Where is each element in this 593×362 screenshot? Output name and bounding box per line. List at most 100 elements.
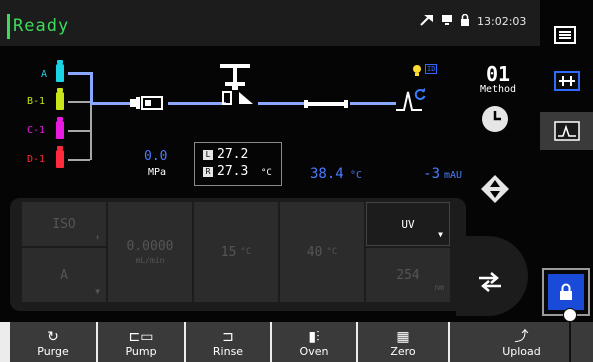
pressure-unit: MPa xyxy=(148,167,167,178)
clock-timer-icon[interactable] xyxy=(480,104,510,134)
purge-icon: ↻ xyxy=(47,328,59,345)
oven-r-tag: R xyxy=(203,167,213,177)
monitor-icon xyxy=(441,14,453,29)
wavelength-unit: nm xyxy=(434,283,444,292)
swap-arrows-icon xyxy=(479,272,501,292)
direction-diamond-icon[interactable] xyxy=(480,174,510,204)
oven-unit: °C xyxy=(261,168,272,178)
side-nav xyxy=(540,60,593,275)
injector-icon xyxy=(220,64,253,105)
lock-icon xyxy=(560,283,572,300)
oven-icon: ▮⫶ xyxy=(308,328,320,345)
callout-line xyxy=(569,318,571,362)
solvent-bottle-b1 xyxy=(56,88,64,110)
detector-value: -3 xyxy=(423,166,440,182)
line-d1 xyxy=(68,159,90,161)
detector-type-value: UV xyxy=(401,217,415,231)
status-text: Ready xyxy=(13,16,70,36)
oven-l-tag: L xyxy=(203,150,213,160)
oven-r-value: 27.3 xyxy=(217,164,249,179)
pump-icon xyxy=(130,96,163,110)
instrument-screen: Ready 13:02:03 A B-1 C-1 D-1 ID 01 Metho… xyxy=(0,0,593,322)
lock-button-face xyxy=(548,274,584,310)
solvent-select-cell[interactable]: A ▼ xyxy=(22,248,106,302)
oven-button[interactable]: ▮⫶ Oven xyxy=(272,322,356,362)
rinse-label: Rinse xyxy=(212,344,244,358)
column-icon xyxy=(304,100,348,108)
line-c1 xyxy=(68,130,90,132)
control-panel: ISO ⬍ A ▼ 0.0000 mL/min 15 °C 40 °C UV ▼… xyxy=(10,198,466,311)
temp1-value: 15 xyxy=(220,244,237,260)
solvent-value: A xyxy=(60,267,68,283)
mode-stepper-icon: ⬍ xyxy=(95,233,100,242)
bottom-toolbar: ↻ Purge ⊏▭ Pump ⊐ Rinse ▮⫶ Oven ▦ Zero ⤴… xyxy=(0,322,593,362)
solvent-label-b1: B-1 xyxy=(27,96,46,107)
solvent-bottle-c1 xyxy=(56,117,64,139)
flow-value: 0.0000 xyxy=(126,239,174,254)
temp2-unit: °C xyxy=(326,247,338,257)
line-b1 xyxy=(68,101,90,103)
menu-button[interactable] xyxy=(546,20,584,50)
upload-button[interactable]: ⤴ Upload xyxy=(450,322,593,362)
column-temp-unit: °C xyxy=(350,170,363,181)
line-to-column xyxy=(258,102,304,105)
wrench-icon xyxy=(420,14,434,29)
pump-button-icon: ⊏▭ xyxy=(128,328,154,345)
solvent-dropdown-icon: ▼ xyxy=(95,287,100,296)
flow-unit: mL/min xyxy=(135,256,165,265)
pump-button[interactable]: ⊏▭ Pump xyxy=(98,322,184,362)
tab-chromatogram[interactable] xyxy=(540,112,593,150)
detector-unit: mAU xyxy=(444,170,463,181)
oven-temp-box: L 27.2 R 27.3 °C xyxy=(194,142,282,186)
lamp-icon xyxy=(413,65,421,76)
chromatogram-icon xyxy=(553,121,580,141)
method-label: Method xyxy=(479,84,517,95)
detector-type-select[interactable]: UV ▼ xyxy=(366,202,450,246)
line-to-detector xyxy=(350,102,396,105)
flowpath-icon xyxy=(553,71,580,91)
purge-button[interactable]: ↻ Purge xyxy=(10,322,96,362)
mode-cell[interactable]: ISO ⬍ xyxy=(22,202,106,246)
list-icon xyxy=(554,26,576,44)
oven-label: Oven xyxy=(299,344,329,358)
clock: 13:02:03 xyxy=(477,15,527,28)
purge-label: Purge xyxy=(37,344,69,358)
temp1-unit: °C xyxy=(240,247,252,257)
wavelength-value: 254 xyxy=(396,267,420,283)
wavelength-cell[interactable]: 254 nm xyxy=(366,248,450,302)
temp2-value: 40 xyxy=(306,244,323,260)
line-a xyxy=(68,72,92,75)
column-temp-value: 38.4 xyxy=(310,166,344,182)
rinse-icon: ⊐ xyxy=(222,328,234,345)
pressure-value: 0.0 xyxy=(144,149,168,164)
status-icons: 13:02:03 xyxy=(420,13,527,29)
swap-button[interactable] xyxy=(470,262,510,302)
temp1-cell[interactable]: 15 °C xyxy=(194,202,278,302)
oven-l-value: 27.2 xyxy=(217,147,249,162)
flow-diagram: A B-1 C-1 D-1 ID 01 Method 0.0 MPa L 27.… xyxy=(0,46,540,203)
zero-icon: ▦ xyxy=(396,328,410,345)
rinse-button[interactable]: ⊐ Rinse xyxy=(186,322,270,362)
solvent-bottle-d1 xyxy=(56,146,64,168)
line-a-down xyxy=(90,72,93,104)
flow-cell[interactable]: 0.0000 mL/min xyxy=(108,202,192,302)
zero-label: Zero xyxy=(390,344,416,358)
tab-flowpath[interactable] xyxy=(540,62,593,100)
pump-label: Pump xyxy=(125,344,157,358)
detector-dropdown-icon: ▼ xyxy=(438,230,443,239)
temp2-cell[interactable]: 40 °C xyxy=(280,202,364,302)
zero-button[interactable]: ▦ Zero xyxy=(358,322,448,362)
manifold-line xyxy=(90,102,92,160)
solvent-label-a: A xyxy=(41,69,48,80)
status-indicator xyxy=(7,14,10,39)
callout-dot xyxy=(563,308,577,322)
method-number: 01 xyxy=(485,62,511,86)
status-bar: Ready 13:02:03 xyxy=(0,0,540,46)
solvent-bottle-a xyxy=(56,60,64,82)
solvent-label-d1: D-1 xyxy=(27,154,46,165)
refresh-icon[interactable] xyxy=(414,88,426,100)
upload-icon: ⤴ xyxy=(514,328,529,345)
solvent-label-c1: C-1 xyxy=(27,125,46,136)
detector-badge: ID xyxy=(425,64,438,74)
mode-value: ISO xyxy=(52,216,76,232)
